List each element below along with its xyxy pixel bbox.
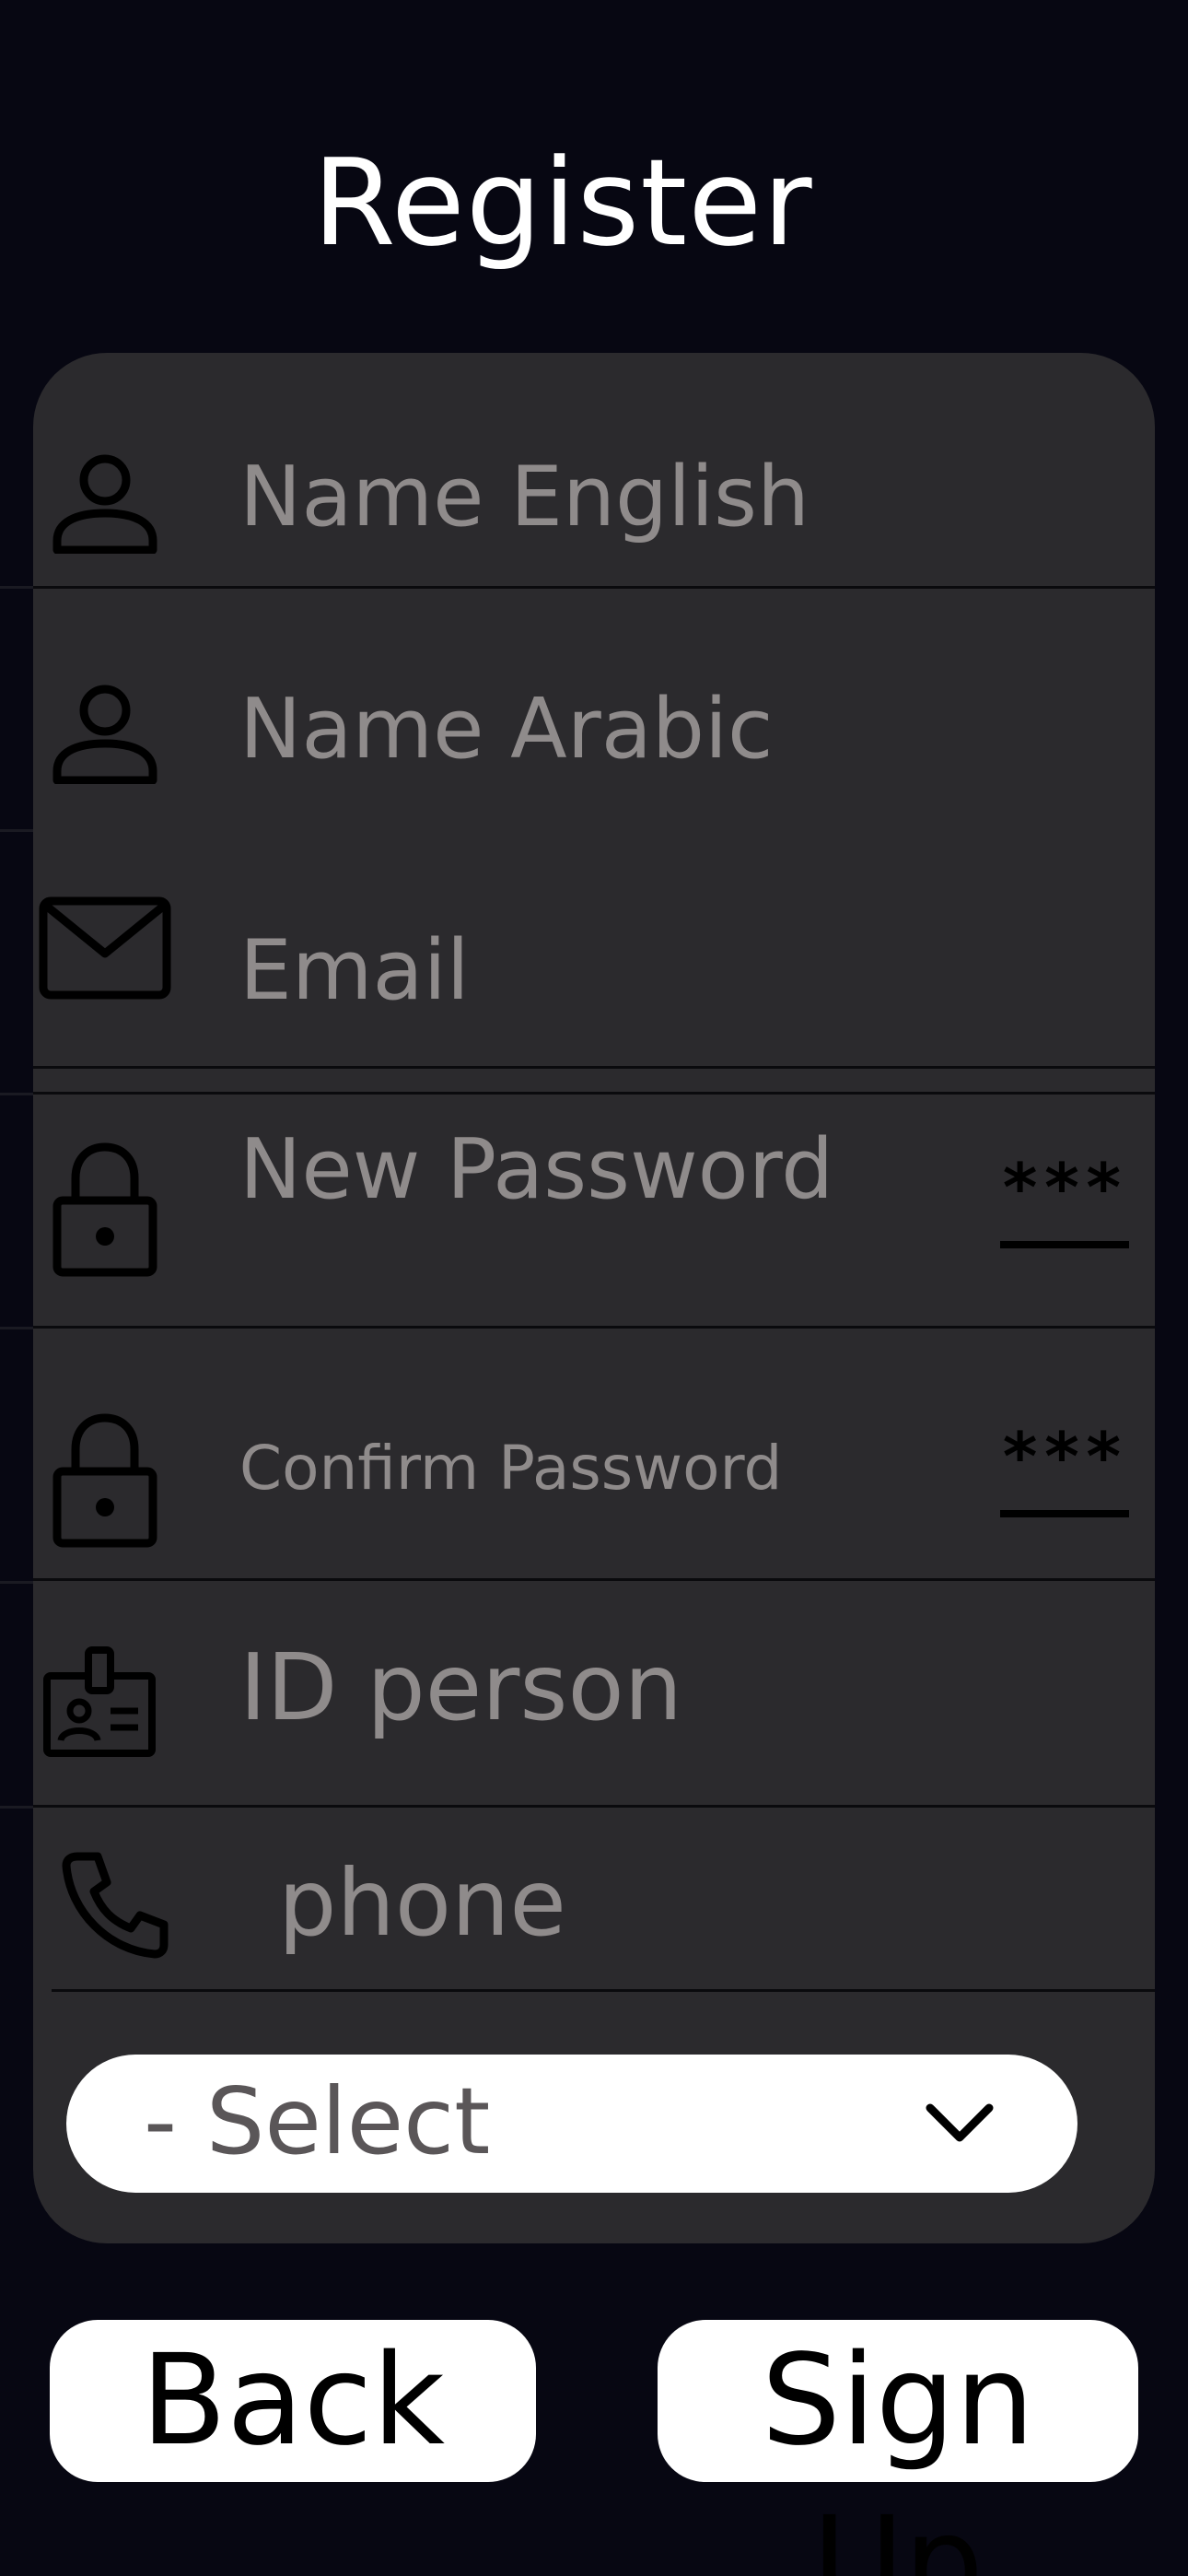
confirm-password-input[interactable]: Confirm Password (239, 1433, 782, 1504)
sign-up-button[interactable]: Sign Up (658, 2320, 1138, 2576)
phone-input[interactable]: phone (278, 1849, 566, 1957)
page-title: Register (312, 133, 813, 273)
name-arabic-field[interactable]: Name Arabic (33, 589, 1155, 1069)
register-screen: Register Name English Name Arabic Email … (0, 0, 1188, 2576)
divider (0, 1093, 33, 1095)
name-english-input[interactable]: Name English (239, 449, 809, 545)
person-icon (52, 685, 158, 784)
divider (0, 1806, 33, 1809)
password-visibility-toggle[interactable]: *** (995, 1418, 1131, 1519)
phone-field[interactable]: phone (33, 1809, 1155, 1993)
register-form-card: Name English Name Arabic Email New Passw… (33, 353, 1155, 2243)
password-mask-icon: *** (999, 1149, 1126, 1226)
password-mask-icon: *** (999, 1418, 1126, 1495)
confirm-password-field[interactable]: Confirm Password *** (33, 1329, 1155, 1581)
divider (33, 1326, 1155, 1329)
new-password-field[interactable]: New Password *** (33, 1094, 1155, 1329)
divider (52, 1989, 1155, 1992)
id-person-input[interactable]: ID person (239, 1633, 682, 1741)
back-button[interactable]: Back (50, 2320, 536, 2482)
email-field[interactable]: Email (33, 834, 1155, 1095)
lock-icon (52, 1140, 158, 1278)
divider (0, 1327, 33, 1329)
person-icon (52, 454, 158, 554)
lock-icon (52, 1411, 158, 1549)
select-value: - Select (144, 2067, 491, 2175)
name-arabic-input[interactable]: Name Arabic (239, 681, 773, 778)
id-badge-icon (42, 1645, 157, 1759)
divider (0, 586, 33, 589)
email-input[interactable]: Email (239, 922, 470, 1019)
divider (0, 1581, 33, 1584)
new-password-input[interactable]: New Password (239, 1121, 833, 1218)
name-english-field[interactable]: Name English (33, 353, 1155, 589)
envelope-icon (39, 896, 171, 1000)
password-visibility-toggle[interactable]: *** (995, 1149, 1131, 1250)
divider (33, 1578, 1155, 1581)
divider (0, 829, 33, 832)
phone-icon (61, 1849, 171, 1960)
chevron-down-icon (923, 2095, 996, 2154)
divider (33, 1805, 1155, 1808)
id-person-field[interactable]: ID person (33, 1582, 1155, 1808)
select-dropdown[interactable]: - Select (66, 2055, 1077, 2193)
